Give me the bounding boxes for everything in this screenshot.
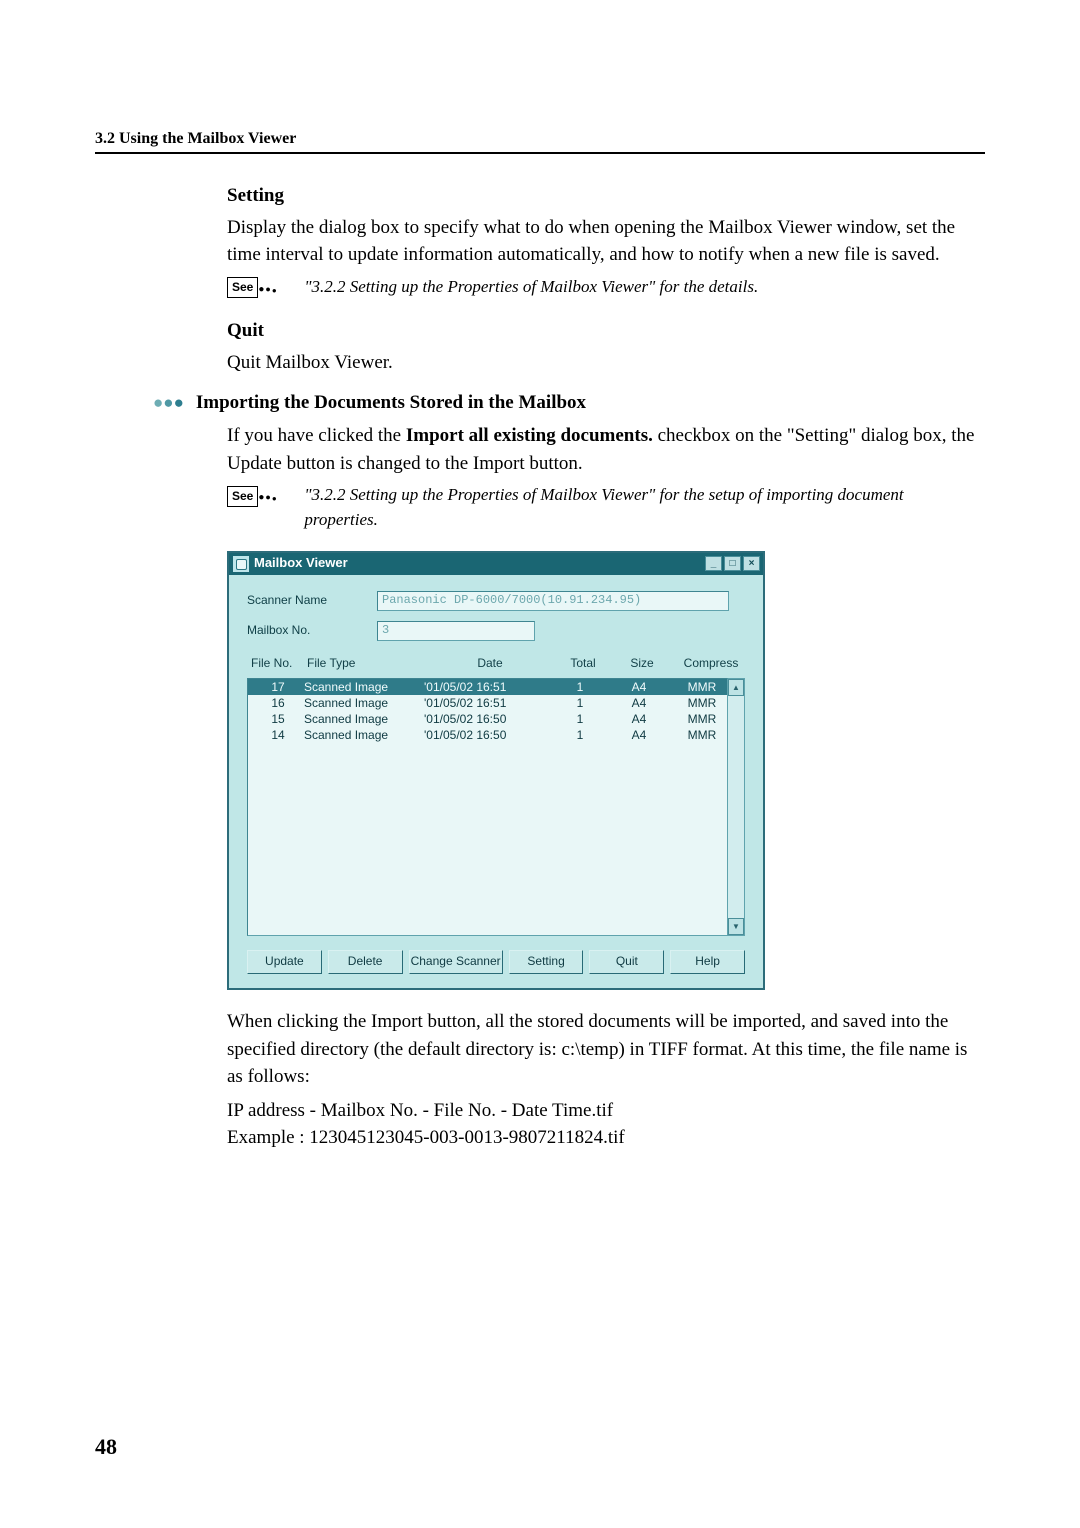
col-total[interactable]: Total [553, 655, 613, 672]
update-button[interactable]: Update [247, 950, 322, 974]
cell-total: 1 [550, 695, 610, 711]
cell-file-type: Scanned Image [304, 695, 424, 711]
quit-heading: Quit [227, 317, 975, 345]
quit-body: Quit Mailbox Viewer. [227, 349, 975, 377]
cell-total: 1 [550, 727, 610, 743]
cell-file-no: 14 [252, 727, 304, 743]
scanner-name-field[interactable]: Panasonic DP-6000/7000(10.91.234.95) [377, 591, 729, 611]
maximize-button[interactable]: □ [724, 556, 741, 571]
quit-button[interactable]: Quit [589, 950, 664, 974]
col-file-type[interactable]: File Type [307, 655, 427, 672]
after-p2: IP address - Mailbox No. - File No. - Da… [227, 1097, 975, 1125]
col-compress[interactable]: Compress [671, 655, 751, 672]
cell-file-no: 16 [252, 695, 304, 711]
list-headers: File No. File Type Date Total Size Compr… [247, 651, 745, 678]
col-file-no[interactable]: File No. [251, 655, 307, 672]
after-p3: Example : 123045123045-003-0013-98072118… [227, 1124, 975, 1152]
setting-body: Display the dialog box to specify what t… [227, 214, 975, 269]
page-number: 48 [95, 1434, 117, 1460]
importing-heading: Importing the Documents Stored in the Ma… [196, 392, 586, 413]
section-header: 3.2 Using the Mailbox Viewer [95, 130, 985, 154]
list-row[interactable]: 14Scanned Image'01/05/02 16:501A4MMR [248, 727, 727, 743]
importing-body-bold: Import all existing documents. [406, 425, 653, 446]
after-p1: When clicking the Import button, all the… [227, 1008, 975, 1091]
importing-body: If you have clicked the Import all exist… [227, 422, 975, 477]
file-list[interactable]: 17Scanned Image'01/05/02 16:511A4MMR16Sc… [247, 678, 728, 936]
cell-file-type: Scanned Image [304, 679, 424, 695]
cell-total: 1 [550, 711, 610, 727]
setting-see-line: See●●● "3.2.2 Setting up the Properties o… [227, 275, 975, 300]
see-dots-icon: ●●● [258, 483, 286, 508]
close-button[interactable]: × [743, 556, 760, 571]
importing-heading-row: ●●● Importing the Documents Stored in th… [153, 392, 985, 414]
scroll-down-button[interactable]: ▼ [728, 918, 744, 935]
cell-file-no: 17 [252, 679, 304, 695]
cell-date: '01/05/02 16:51 [424, 679, 550, 695]
mailbox-no-field[interactable]: 3 [377, 621, 535, 641]
list-row[interactable]: 16Scanned Image'01/05/02 16:511A4MMR [248, 695, 727, 711]
setting-heading: Setting [227, 182, 975, 210]
cell-compress: MMR [668, 679, 728, 695]
cell-size: A4 [610, 679, 668, 695]
cell-compress: MMR [668, 727, 728, 743]
mailbox-viewer-window: Mailbox Viewer _ □ × Scanner Name Panaso… [227, 551, 765, 990]
titlebar[interactable]: Mailbox Viewer _ □ × [229, 553, 763, 575]
setting-button[interactable]: Setting [509, 950, 584, 974]
col-size[interactable]: Size [613, 655, 671, 672]
importing-see-text: "3.2.2 Setting up the Properties of Mail… [304, 483, 944, 532]
see-dots-icon: ●●● [258, 275, 286, 300]
change-scanner-button[interactable]: Change Scanner [409, 950, 503, 974]
cell-file-no: 15 [252, 711, 304, 727]
cell-file-type: Scanned Image [304, 711, 424, 727]
cell-compress: MMR [668, 695, 728, 711]
see-label-box: See [227, 486, 258, 507]
help-button[interactable]: Help [670, 950, 745, 974]
delete-button[interactable]: Delete [328, 950, 403, 974]
window-title: Mailbox Viewer [254, 554, 348, 573]
importing-body-pre: If you have clicked the [227, 425, 406, 446]
cell-size: A4 [610, 695, 668, 711]
scroll-up-button[interactable]: ▲ [728, 679, 744, 696]
app-icon [233, 556, 249, 572]
scanner-name-label: Scanner Name [247, 592, 377, 609]
cell-compress: MMR [668, 711, 728, 727]
cell-size: A4 [610, 711, 668, 727]
col-date[interactable]: Date [427, 655, 553, 672]
cell-size: A4 [610, 727, 668, 743]
setting-see-text: "3.2.2 Setting up the Properties of Mail… [304, 277, 758, 296]
mailbox-no-label: Mailbox No. [247, 622, 377, 639]
cell-file-type: Scanned Image [304, 727, 424, 743]
cell-total: 1 [550, 679, 610, 695]
see-label-box: See [227, 277, 258, 298]
list-row[interactable]: 17Scanned Image'01/05/02 16:511A4MMR [248, 679, 727, 695]
list-row[interactable]: 15Scanned Image'01/05/02 16:501A4MMR [248, 711, 727, 727]
cell-date: '01/05/02 16:50 [424, 711, 550, 727]
cell-date: '01/05/02 16:50 [424, 727, 550, 743]
heading-bullets-icon: ●●● [153, 393, 184, 412]
scrollbar[interactable]: ▲ ▼ [728, 678, 745, 936]
importing-see-line: See●●● "3.2.2 Setting up the Properties … [227, 483, 975, 532]
minimize-button[interactable]: _ [705, 556, 722, 571]
cell-date: '01/05/02 16:51 [424, 695, 550, 711]
